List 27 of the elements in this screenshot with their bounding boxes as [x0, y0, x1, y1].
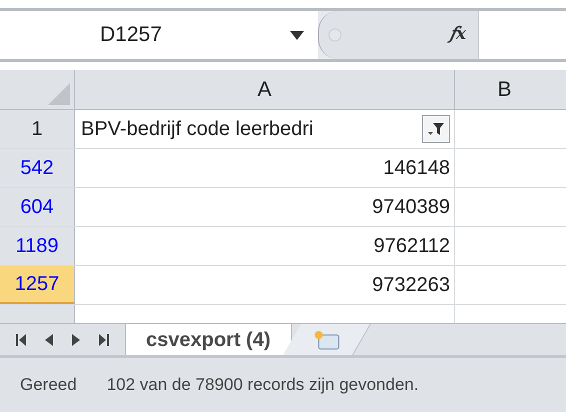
sheet-tab[interactable]: csvexport (4) [125, 324, 292, 355]
table-cell: 146148 [75, 149, 455, 187]
filter-icon [427, 121, 445, 137]
dropdown-caret-icon[interactable] [290, 30, 304, 40]
row-header[interactable]: 604 [0, 188, 75, 226]
first-sheet-icon[interactable] [16, 334, 26, 346]
next-sheet-icon[interactable] [72, 334, 80, 346]
filter-button[interactable] [422, 115, 450, 143]
resize-handle-icon[interactable] [327, 27, 343, 43]
table-cell: 9740389 [75, 188, 455, 226]
new-sheet-icon [312, 328, 340, 350]
table-cell: 9762112 [75, 227, 455, 265]
last-sheet-icon[interactable] [99, 334, 110, 346]
row-header[interactable]: 1257 [0, 266, 75, 304]
formula-input[interactable] [478, 11, 566, 59]
column-header[interactable]: A [75, 70, 455, 109]
table-cell: 9732263 [75, 266, 455, 304]
status-message: 102 van de 78900 records zijn gevonden. [106, 374, 419, 396]
row-header[interactable]: 1189 [0, 227, 75, 265]
column-header[interactable]: B [455, 70, 566, 109]
name-box[interactable]: D1257 [0, 11, 318, 59]
insert-function-button[interactable]: 𝑓x [450, 22, 466, 48]
row-header[interactable]: 542 [0, 149, 75, 187]
row-header[interactable]: 1 [0, 110, 75, 148]
header-text: BPV-bedrijf code leerbedri [81, 117, 314, 142]
previous-sheet-icon[interactable] [44, 334, 53, 346]
status-mode: Gereed [20, 374, 77, 396]
